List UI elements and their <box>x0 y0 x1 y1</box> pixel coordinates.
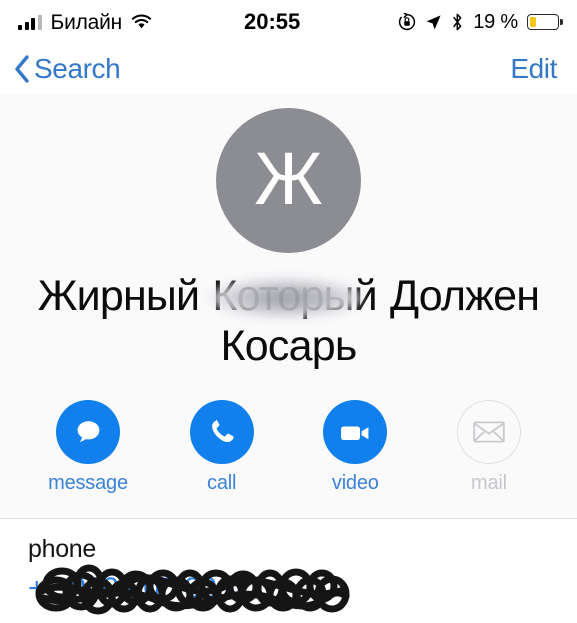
back-button[interactable]: Search <box>14 53 121 84</box>
call-action-circle <box>189 399 254 464</box>
chevron-left-icon <box>14 55 30 83</box>
contact-name-text: Жирный Который Должен Косарь <box>37 272 540 370</box>
edit-button[interactable]: Edit <box>510 55 557 83</box>
message-action-button[interactable]: message <box>48 399 128 493</box>
clock-label: 20:55 <box>244 9 301 34</box>
phone-handset-icon <box>206 416 237 447</box>
battery-fill <box>529 16 537 28</box>
status-bar-left: Билайн <box>18 12 152 33</box>
quick-action-row: message call video mail <box>0 372 577 493</box>
call-action-label: call <box>207 471 237 494</box>
mail-action-label: mail <box>471 471 507 494</box>
status-bar-center: 20:55 <box>146 11 398 33</box>
phone-field-row[interactable]: phone +7 900 000 00 00 <box>0 519 577 623</box>
carrier-label: Билайн <box>50 10 123 34</box>
avatar-initial: Ж <box>254 136 323 220</box>
contact-detail-screen: Билайн 20:55 19 % Search Edit Ж Жирный К… <box>0 0 577 623</box>
phone-field-value[interactable]: +7 900 000 00 00 <box>28 568 358 610</box>
video-action-circle <box>323 399 388 464</box>
navigation-bar: Search Edit <box>0 44 577 94</box>
cellular-signal-icon <box>18 14 42 30</box>
mail-action-circle <box>456 399 521 464</box>
status-bar-right: 19 % <box>398 12 559 32</box>
envelope-icon <box>473 420 505 444</box>
contact-header-card: Ж Жирный Который Должен Косарь message c… <box>0 94 577 518</box>
message-bubble-icon <box>72 415 105 448</box>
back-button-label: Search <box>34 53 121 84</box>
status-bar: Билайн 20:55 19 % <box>0 0 577 44</box>
video-action-label: video <box>331 471 379 494</box>
rotation-lock-icon <box>398 13 416 31</box>
phone-field-value-container: +7 900 000 00 00 <box>28 564 358 616</box>
message-action-label: message <box>48 471 128 494</box>
contact-name: Жирный Который Должен Косарь <box>14 272 563 372</box>
phone-field-label: phone <box>28 535 97 563</box>
battery-icon <box>527 14 559 30</box>
battery-percent-label: 19 % <box>473 11 518 33</box>
location-arrow-icon <box>425 14 442 31</box>
video-action-button[interactable]: video <box>319 399 391 494</box>
avatar-container: Ж <box>0 94 577 253</box>
video-camera-icon <box>338 419 372 445</box>
message-action-circle <box>56 399 120 464</box>
avatar[interactable]: Ж <box>216 108 361 253</box>
call-action-button[interactable]: call <box>186 399 258 494</box>
mail-action-button: mail <box>453 399 525 494</box>
bluetooth-icon <box>451 13 464 31</box>
